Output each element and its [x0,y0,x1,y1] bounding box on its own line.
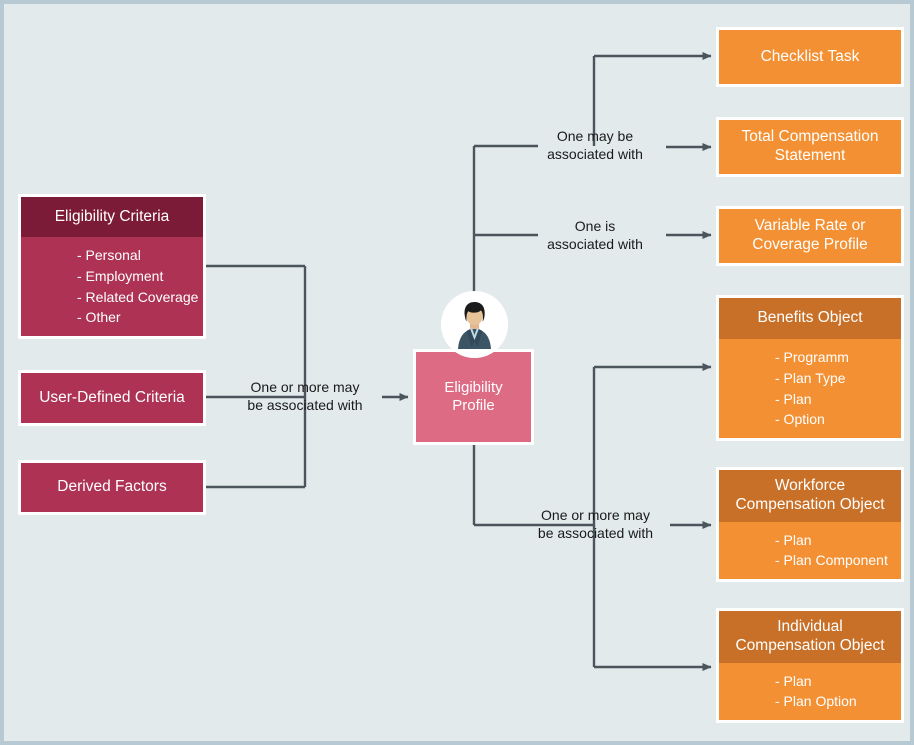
node-benefits-object[interactable]: Benefits Object - Programm - Plan Type -… [716,295,904,441]
edge-label-one-or-more-lower: One or more may be associated with [537,507,654,541]
person-avatar-icon [441,291,508,358]
node-variable-rate-or-coverage-profile[interactable]: Variable Rate or Coverage Profile [716,206,904,266]
node-individual-compensation-object[interactable]: Individual Compensation Object - Plan - … [716,608,904,723]
list-item: - Plan [775,390,812,407]
edge-label-one-is: One is associated with [547,218,643,252]
list-item: - Option [775,411,825,428]
list-item: - Personal [77,247,141,264]
node-title: Eligibility Profile [416,352,531,442]
node-workforce-compensation-object[interactable]: Workforce Compensation Object - Plan - P… [716,467,904,582]
node-title: User-Defined Criteria [21,373,203,423]
node-title: Benefits Object [719,298,901,340]
edge-label-left-to-profile: One or more may be associated with [247,379,363,413]
list-item: - Plan Type [775,369,846,386]
list-item: - Plan [775,672,812,689]
diagram-canvas: Eligibility Criteria - Personal - Employ… [0,0,914,745]
node-title: Derived Factors [21,463,203,512]
node-derived-factors[interactable]: Derived Factors [18,460,206,515]
list-item: - Plan Component [775,552,888,569]
node-title: Variable Rate or Coverage Profile [719,209,901,263]
list-item: - Employment [77,267,164,284]
node-eligibility-profile[interactable]: Eligibility Profile [413,349,534,445]
node-body: - Plan - Plan Component [719,521,901,579]
node-eligibility-criteria[interactable]: Eligibility Criteria - Personal - Employ… [18,194,206,339]
node-body: - Personal - Employment - Related Covera… [21,237,203,336]
node-checklist-task[interactable]: Checklist Task [716,27,904,87]
list-item: - Plan Option [775,693,857,710]
list-item: - Programm [775,349,849,366]
list-item: - Related Coverage [77,288,199,305]
node-title: Individual Compensation Object [719,611,901,663]
node-user-defined-criteria[interactable]: User-Defined Criteria [18,370,206,426]
node-body: - Plan - Plan Option [719,662,901,720]
list-item: - Other [77,309,121,326]
list-item: - Plan [775,531,812,548]
node-title: Checklist Task [719,30,901,84]
node-total-compensation-statement[interactable]: Total Compensation Statement [716,117,904,177]
node-body: - Programm - Plan Type - Plan - Option [719,339,901,438]
node-title: Total Compensation Statement [719,120,901,174]
node-title: Workforce Compensation Object [719,470,901,522]
edge-label-one-may-be: One may be associated with [547,128,643,162]
node-title: Eligibility Criteria [21,197,203,238]
